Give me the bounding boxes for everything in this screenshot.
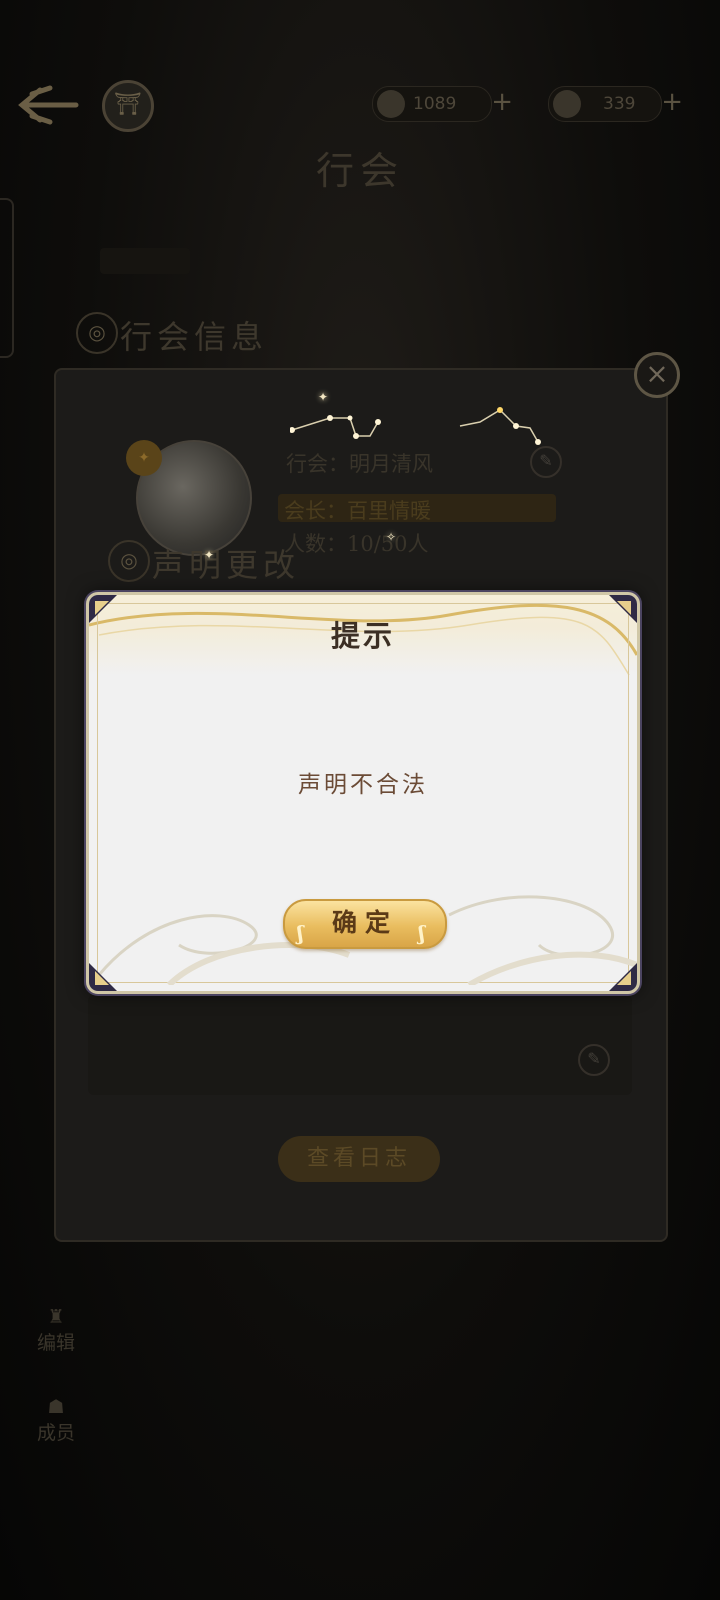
gem-value: 339	[603, 94, 636, 114]
section-emblem-icon: ◎	[108, 540, 150, 582]
coin-icon	[377, 90, 405, 118]
edit-declaration-icon[interactable]: ✎	[578, 1044, 610, 1076]
guild-members: 人数：10/50人	[284, 532, 429, 556]
add-coin-button[interactable]: +	[491, 87, 513, 117]
level-badge-icon: ✦	[126, 440, 162, 476]
add-gem-button[interactable]: +	[661, 87, 683, 117]
side-drawer-handle[interactable]	[0, 198, 14, 358]
declaration-input[interactable]	[88, 995, 632, 1095]
dialog-title: 提示	[330, 619, 395, 653]
flourish-icon: ʃ	[418, 921, 433, 945]
gem-resource: 339 +	[548, 86, 683, 122]
coin-value: 1089	[413, 94, 457, 114]
sparkle-icon: ✦	[204, 548, 215, 562]
confirm-label: 确定	[331, 908, 398, 937]
close-icon[interactable]: ×	[634, 352, 680, 398]
constellation-decoration	[290, 407, 541, 445]
corner-ornament-icon	[609, 963, 637, 991]
guild-id-tag	[100, 248, 190, 274]
guild-emblem-icon[interactable]: ⛩	[102, 80, 154, 132]
side-members-item[interactable]: ☗ 成员	[26, 1396, 86, 1445]
back-arrow-icon[interactable]	[10, 80, 80, 130]
guild-info-heading: 行会信息	[120, 318, 269, 356]
guild-leader: 会长：百里情暖	[284, 499, 431, 523]
view-log-button[interactable]: 查看日志	[278, 1136, 440, 1182]
members-icon: ☗	[47, 1396, 65, 1418]
flourish-icon: ʃ	[297, 921, 312, 945]
page-title: 行会	[315, 149, 404, 193]
coin-resource: 1089 +	[372, 86, 513, 122]
corner-ornament-icon	[89, 963, 117, 991]
sparkle-icon: ✦	[318, 390, 329, 404]
sparkle-icon: ✧	[386, 530, 397, 544]
dialog-message: 声明不合法	[298, 772, 428, 798]
tower-icon: ♜	[47, 1306, 65, 1328]
top-bar: ⛩ 1089 + 339 +	[0, 70, 720, 140]
section-emblem-icon: ◎	[76, 312, 118, 354]
alert-dialog: 提示 声明不合法 ʃ 确定 ʃ	[86, 592, 640, 994]
gem-icon	[553, 90, 581, 118]
side-edit-item[interactable]: ♜ 编辑	[26, 1306, 86, 1355]
confirm-button[interactable]: ʃ 确定 ʃ	[283, 899, 447, 949]
declaration-change-heading: 声明更改	[152, 546, 301, 584]
